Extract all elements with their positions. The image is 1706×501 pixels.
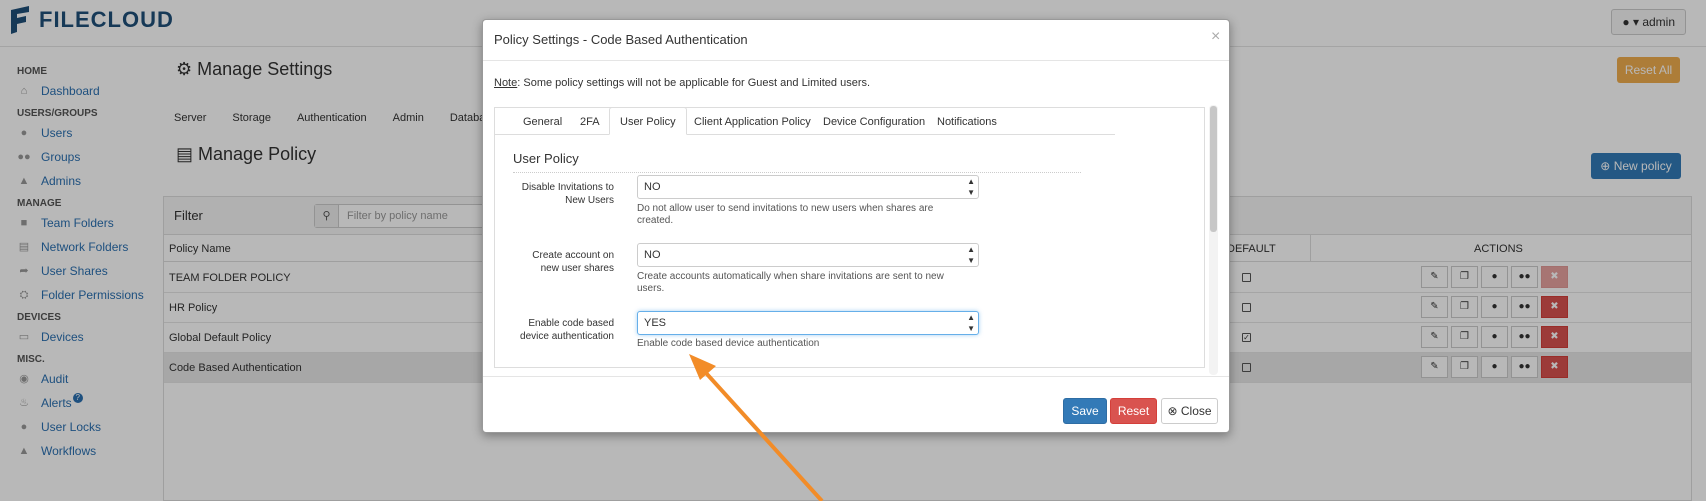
policy-note: Note: Some policy settings will not be a… — [494, 77, 870, 89]
field-label-code-based-auth: Enable code based device authentication — [520, 317, 614, 343]
tab-device-configuration[interactable]: Device Configuration — [823, 116, 925, 128]
select-value: YES — [644, 317, 667, 329]
divider — [483, 60, 1229, 61]
tab-client-application-policy[interactable]: Client Application Policy — [694, 116, 811, 128]
tab-user-policy[interactable]: User Policy — [609, 108, 687, 135]
close-circle-icon: ⊗ — [1167, 404, 1178, 418]
reset-button[interactable]: Reset — [1110, 398, 1157, 424]
field-label-disable-invitations: Disable Invitations to New Users — [520, 181, 614, 207]
field-label-line: Enable code based — [528, 318, 614, 329]
select-arrows-icon: ▲ ▼ — [967, 245, 975, 265]
policy-tab-panel: General 2FA User Policy Client Applicati… — [494, 107, 1205, 368]
field-label-line: device authentication — [520, 331, 614, 342]
field-help-line: created. — [637, 215, 674, 226]
field-label-line: New Users — [565, 195, 614, 206]
scrollbar-thumb[interactable] — [1210, 106, 1217, 232]
field-help-line: users. — [637, 283, 665, 294]
policy-tabs: General 2FA User Policy Client Applicati… — [495, 108, 1115, 135]
note-text: : Some policy settings will not be appli… — [517, 77, 871, 89]
field-help: Enable code based device authentication — [637, 338, 967, 350]
section-divider — [513, 172, 1081, 173]
close-button-label: Close — [1180, 404, 1212, 418]
create-account-select[interactable]: NO ▲ ▼ — [637, 243, 979, 267]
select-value: NO — [644, 249, 661, 261]
field-label-create-account: Create account on new user shares — [520, 249, 614, 275]
select-value: NO — [644, 181, 661, 193]
modal-scrollbar[interactable] — [1209, 105, 1218, 375]
field-label-line: Create account on — [532, 250, 614, 261]
field-help: Create accounts automatically when share… — [637, 271, 967, 295]
select-arrows-icon: ▲ ▼ — [967, 313, 975, 333]
field-help-line: Do not allow user to send invitations to… — [637, 203, 934, 214]
section-heading: User Policy — [513, 151, 579, 166]
close-icon[interactable]: × — [1211, 28, 1220, 46]
select-arrows-icon: ▲ ▼ — [967, 177, 975, 197]
note-label: Note — [494, 77, 518, 89]
tab-general[interactable]: General — [523, 116, 562, 128]
tab-2fa[interactable]: 2FA — [580, 116, 600, 128]
tab-notifications[interactable]: Notifications — [937, 116, 997, 128]
policy-settings-modal: Policy Settings - Code Based Authenticat… — [482, 19, 1230, 433]
save-button[interactable]: Save — [1063, 398, 1107, 424]
modal-title: Policy Settings - Code Based Authenticat… — [494, 32, 748, 47]
field-label-line: Disable Invitations to — [521, 182, 614, 193]
field-help-line: Create accounts automatically when share… — [637, 271, 944, 282]
close-button[interactable]: ⊗ Close — [1161, 398, 1218, 424]
divider — [483, 376, 1229, 377]
field-help: Do not allow user to send invitations to… — [637, 203, 967, 227]
field-help-line: Enable code based device authentication — [637, 338, 820, 349]
field-label-line: new user shares — [540, 263, 614, 274]
code-based-auth-select[interactable]: YES ▲ ▼ — [637, 311, 979, 335]
disable-invitations-select[interactable]: NO ▲ ▼ — [637, 175, 979, 199]
